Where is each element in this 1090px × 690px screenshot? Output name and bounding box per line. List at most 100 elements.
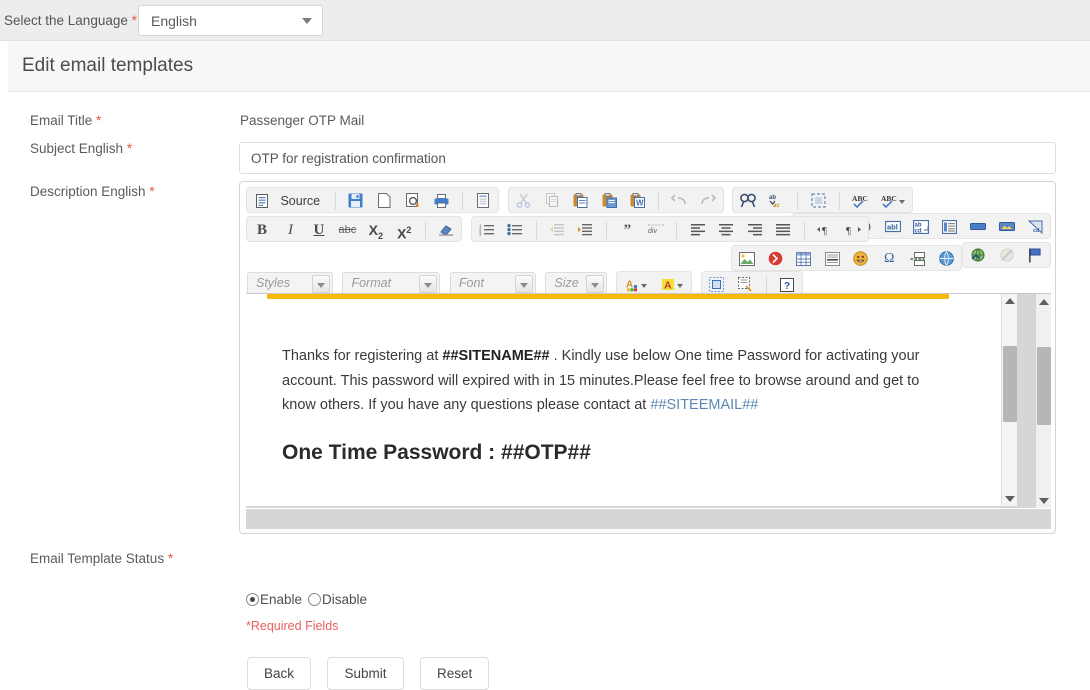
toolbar-row-3: Ω [246,245,1051,271]
ltr-icon[interactable]: ¶ [814,218,836,242]
paste-icon[interactable] [570,189,592,213]
underline-icon[interactable]: U [308,218,330,242]
toolbar-separator [676,221,678,239]
spellcheck-options-icon[interactable]: ABC [878,189,908,213]
status-radio-enable-label[interactable]: Enable [260,592,302,607]
save-icon[interactable] [345,189,367,213]
chevron-down-icon [419,275,438,293]
back-button[interactable]: Back [247,657,312,690]
redo-icon[interactable] [697,189,719,213]
decrease-indent-icon[interactable] [546,218,568,242]
svg-text:ABC: ABC [881,194,897,203]
source-icon[interactable] [251,189,273,213]
language-label-text: Select the Language [4,13,128,28]
align-center-icon[interactable] [715,218,737,242]
size-combo-label: Size [554,276,579,290]
submit-button[interactable]: Submit [327,657,404,690]
editor-left-gutter [246,294,267,506]
status-label: Email Template Status * [30,551,173,566]
increase-indent-icon[interactable] [574,218,596,242]
editor-paragraph: Thanks for registering at ##SITENAME## .… [282,344,932,418]
find-icon[interactable] [737,189,759,213]
align-left-icon[interactable] [687,218,709,242]
align-right-icon[interactable] [744,218,766,242]
subject-input[interactable] [239,142,1056,174]
status-radio-disable-label[interactable]: Disable [322,592,367,607]
bulleted-list-icon[interactable] [504,218,526,242]
svg-text:¶: ¶ [846,225,851,236]
toolbar-separator [797,192,799,210]
editor-content-area[interactable]: Thanks for registering at ##SITENAME## .… [246,293,1051,508]
paste-word-icon[interactable]: W [627,189,649,213]
smiley-icon[interactable] [850,247,872,271]
editor-inner-scrollbar[interactable] [1001,294,1017,506]
description-label-text: Description English [30,184,146,199]
svg-text:ac: ac [773,203,780,208]
scroll-down-arrow-icon[interactable] [1039,498,1049,504]
language-select[interactable]: English [138,5,323,36]
strikethrough-icon[interactable]: abc [336,218,358,242]
svg-text:W: W [636,199,644,208]
cut-icon[interactable] [513,189,535,213]
blockquote-icon[interactable]: ” [616,218,638,242]
rtl-icon[interactable]: ¶ [842,218,864,242]
toolbar-group-basic-styles: B I U abc X2 X2 [246,216,463,242]
preview-icon[interactable] [402,189,424,213]
select-all-icon[interactable] [808,189,830,213]
email-title-value: Passenger OTP Mail [240,113,365,128]
templates-icon[interactable] [472,189,494,213]
language-select-value: English [151,13,197,29]
toolbar-separator [424,221,426,239]
flash-icon[interactable] [764,247,786,271]
iframe-icon[interactable] [935,247,957,271]
status-radio-enable[interactable] [246,593,259,606]
subscript-icon[interactable]: X2 [365,218,387,242]
image-icon[interactable] [736,247,758,271]
new-page-icon[interactable] [373,189,395,213]
toolbar-group-clipboard: W [507,187,724,213]
page-break-icon[interactable] [907,247,929,271]
toolbar-group-editing: ab ac ABC ABC [732,187,914,213]
editor-document[interactable]: Thanks for registering at ##SITENAME## .… [267,294,1017,506]
justify-icon[interactable] [772,218,794,242]
inner-scrollbar-thumb[interactable] [1003,346,1017,422]
spellcheck-icon[interactable]: ABC [850,189,872,213]
superscript-icon[interactable]: X2 [393,218,415,242]
replace-icon[interactable]: ab ac [766,189,788,213]
email-title-label-text: Email Title [30,113,93,128]
undo-icon[interactable] [668,189,690,213]
subject-required-mark: * [126,141,133,156]
table-icon[interactable] [793,247,815,271]
toolbar-separator [535,221,537,239]
inner-scroll-up-arrow-icon[interactable] [1005,298,1015,304]
svg-text:?: ? [784,281,790,292]
copy-icon[interactable] [541,189,563,213]
inner-scroll-down-arrow-icon[interactable] [1005,496,1015,502]
div-container-icon[interactable]: div [645,218,667,242]
italic-icon[interactable]: I [279,218,301,242]
scroll-up-arrow-icon[interactable] [1039,299,1049,305]
status-radio-disable[interactable] [308,593,322,606]
chevron-down-icon [899,199,906,204]
description-required-mark: * [149,184,155,199]
paste-text-icon[interactable] [598,189,620,213]
source-label[interactable]: Source [278,188,326,214]
status-radio-group: Enable Disable [246,592,373,607]
print-icon[interactable] [430,189,452,213]
editor-outer-scrollbar[interactable] [1035,294,1051,508]
toolbar-group-insert: Ω [730,245,963,271]
chevron-down-icon [640,283,647,288]
reset-button[interactable]: Reset [419,657,490,690]
scrollbar-thumb[interactable] [1037,347,1051,425]
numbered-list-icon[interactable]: 123 [476,218,498,242]
horizontal-rule-icon[interactable] [821,247,843,271]
special-char-icon[interactable]: Ω [878,247,900,271]
remove-format-icon[interactable] [435,218,457,242]
toolbar-separator [839,192,841,210]
toolbar-group-document: Source [246,187,500,214]
bold-icon[interactable]: B [251,218,273,242]
svg-text:div: div [648,228,657,235]
svg-text:¶: ¶ [822,225,827,236]
chevron-down-icon [514,275,533,293]
svg-text:ab: ab [769,195,776,201]
